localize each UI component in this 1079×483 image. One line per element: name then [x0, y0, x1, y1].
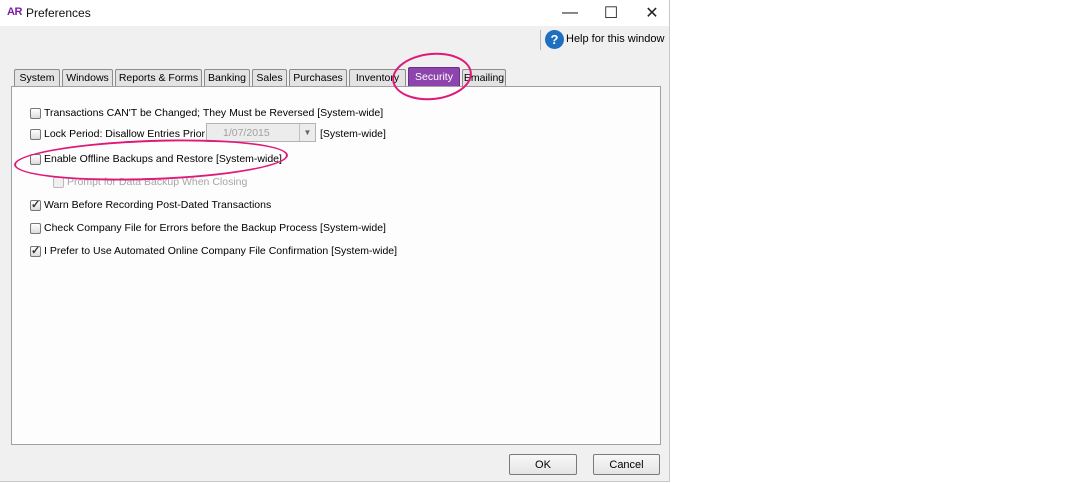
chevron-down-icon[interactable]: ▼: [299, 124, 315, 141]
checkbox[interactable]: [30, 107, 41, 119]
lock-period-scope: [System-wide]: [320, 128, 386, 140]
checkbox[interactable]: [30, 128, 41, 140]
checkbox[interactable]: [30, 244, 41, 257]
option-label: Warn Before Recording Post-Dated Transac…: [44, 199, 272, 211]
option-check-company-file[interactable]: Check Company File for Errors before the…: [30, 222, 386, 234]
lock-period-date-field[interactable]: 1/07/2015 ▼: [206, 123, 316, 142]
question-mark-icon[interactable]: ?: [545, 30, 564, 49]
option-transactions-cant-change[interactable]: Transactions CAN'T be Changed; They Must…: [30, 107, 383, 119]
help-separator: [540, 30, 541, 50]
help-link[interactable]: Help for this window: [566, 33, 664, 45]
tab-banking[interactable]: Banking: [204, 69, 250, 86]
tab-system[interactable]: System: [14, 69, 60, 86]
ok-button[interactable]: OK: [509, 454, 577, 475]
option-label: Check Company File for Errors before the…: [44, 222, 386, 234]
option-label: Lock Period: Disallow Entries Prior To:: [44, 128, 222, 140]
option-warn-post-dated[interactable]: Warn Before Recording Post-Dated Transac…: [30, 198, 272, 211]
app-logo: AR: [7, 6, 22, 18]
tab-windows[interactable]: Windows: [62, 69, 113, 86]
cancel-button[interactable]: Cancel: [593, 454, 660, 475]
checkbox[interactable]: [30, 198, 41, 211]
close-icon: ✕: [645, 5, 659, 22]
tab-reports-forms[interactable]: Reports & Forms: [115, 69, 202, 86]
maximize-icon: ☐: [603, 5, 619, 22]
tab-purchases[interactable]: Purchases: [289, 69, 347, 86]
tab-sales[interactable]: Sales: [252, 69, 287, 86]
option-label: I Prefer to Use Automated Online Company…: [44, 245, 398, 257]
minimize-button[interactable]: —: [550, 0, 590, 26]
minimize-icon: —: [562, 4, 578, 21]
checkbox[interactable]: [30, 222, 41, 234]
lock-period-date-value: 1/07/2015: [223, 127, 270, 139]
option-label: Transactions CAN'T be Changed; They Must…: [44, 107, 384, 119]
preferences-window: AR Preferences — ☐ ✕ ? Help for this win…: [0, 0, 670, 482]
option-lock-period[interactable]: Lock Period: Disallow Entries Prior To:: [30, 128, 222, 140]
close-button[interactable]: ✕: [632, 0, 672, 26]
maximize-button[interactable]: ☐: [591, 0, 631, 26]
window-title: Preferences: [26, 6, 91, 20]
option-online-confirmation[interactable]: I Prefer to Use Automated Online Company…: [30, 244, 398, 257]
title-bar: AR Preferences — ☐ ✕: [0, 0, 669, 26]
